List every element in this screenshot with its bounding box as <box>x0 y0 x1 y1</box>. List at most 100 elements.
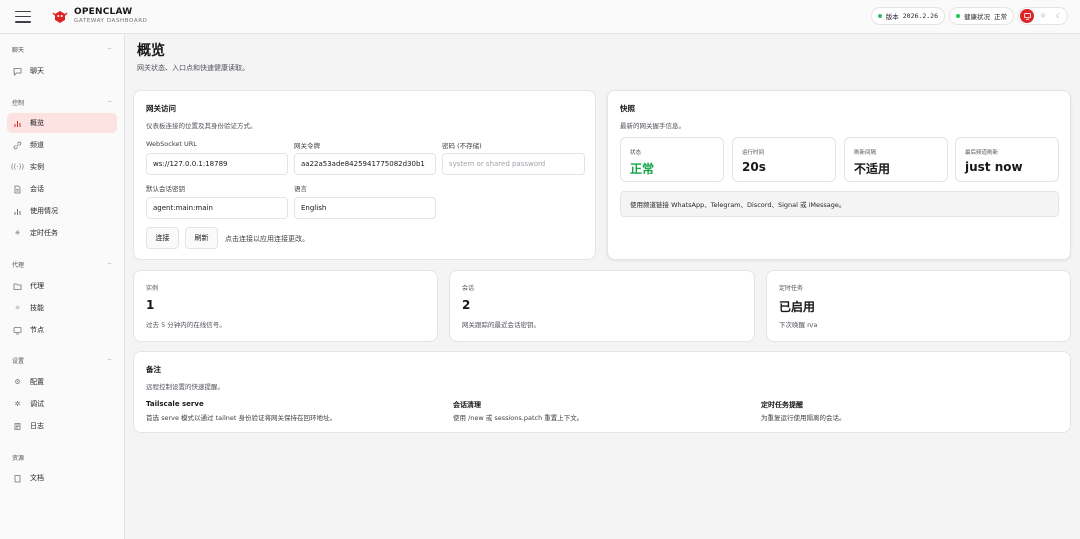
connect-hint: 点击连接以应用连接更改。 <box>225 235 309 243</box>
connect-button[interactable]: 连接 <box>146 227 179 249</box>
password-input[interactable]: system or shared password <box>442 153 585 175</box>
sidebar-item-instances[interactable]: ((·)) 实例 <box>7 157 117 177</box>
stat-label: 最后频道刷新 <box>965 150 999 156</box>
monitor-icon[interactable] <box>1020 9 1034 23</box>
link-icon <box>13 141 22 150</box>
sidebar-item-skills[interactable]: ✧ 技能 <box>7 298 117 318</box>
note-description: 使用 /new 或 sessions.patch 重置上下文。 <box>453 414 584 422</box>
sidebar-item-usage[interactable]: 使用情况 <box>7 201 117 221</box>
sidebar-item-label: 日志 <box>30 422 44 430</box>
card-title: 网关访问 <box>146 104 176 113</box>
sidebar-item-label: 概览 <box>30 119 44 127</box>
refresh-button[interactable]: 刷新 <box>185 227 218 249</box>
version-pill: 版本 2026.2.26 <box>870 7 945 25</box>
health-value: 正常 <box>994 13 1007 21</box>
chevron-down-icon: − <box>106 98 112 105</box>
notes-card: 备注 远程控制设置的快速提醒。 Tailscale serve 首选 serve… <box>133 351 1071 433</box>
instances-card: 实例 1 过去 5 分钟内的在线信号。 <box>133 270 438 342</box>
sidebar-section-resources[interactable]: 资源 <box>12 453 112 462</box>
sidebar-section-agents[interactable]: 代理 − <box>12 260 112 269</box>
sidebar-item-cron[interactable]: ✳ 定时任务 <box>7 223 117 243</box>
sidebar-item-label: 聊天 <box>30 67 44 75</box>
card-value: 已启用 <box>779 300 816 314</box>
sidebar-item-sessions[interactable]: 会话 <box>7 179 117 199</box>
session-key-label: 默认会话密钥 <box>146 185 185 193</box>
chevron-down-icon: − <box>106 356 112 363</box>
brand: OPENCLAW GATEWAY DASHBOARD <box>74 8 147 25</box>
note-title: 会话清理 <box>453 401 481 409</box>
sidebar-item-label: 技能 <box>30 304 44 312</box>
health-dot-icon <box>956 14 960 18</box>
stat-value: just now <box>965 160 1023 174</box>
stat-uptime: 运行时间 20s <box>732 137 836 182</box>
sidebar-item-agents[interactable]: 代理 <box>7 276 117 296</box>
card-value: 1 <box>146 298 155 312</box>
note-title: 定时任务提醒 <box>761 401 803 409</box>
stat-label: 运行时间 <box>742 150 765 156</box>
sidebar-item-logs[interactable]: 日志 <box>7 416 117 436</box>
sidebar-item-label: 代理 <box>30 282 44 290</box>
stat-label: 状态 <box>630 150 642 156</box>
note-description: 为重复运行使用隔离的会话。 <box>761 414 846 422</box>
loader-icon: ✳ <box>14 229 21 237</box>
card-description: 下次唤醒 n/a <box>779 321 818 329</box>
gateway-access-card: 网关访问 仪表板连接的位置及其身份验证方式。 WebSocket URL ws:… <box>133 90 596 260</box>
session-key-input[interactable]: agent:main:main <box>146 197 288 219</box>
sidebar-item-label: 节点 <box>30 326 44 334</box>
book-icon <box>13 474 22 483</box>
card-description: 过去 5 分钟内的在线信号。 <box>146 321 226 329</box>
sidebar-item-label: 配置 <box>30 378 44 386</box>
sidebar-item-label: 会话 <box>30 185 44 193</box>
version-label: 版本 <box>885 13 899 21</box>
theme-toggle: ☼ ☾ <box>1018 7 1068 25</box>
menu-icon[interactable] <box>15 10 31 23</box>
websocket-url-input[interactable]: ws://127.0.0.1:18789 <box>146 153 288 175</box>
note-title: Tailscale serve <box>146 400 204 408</box>
gateway-token-input[interactable]: aa22a53ade8425941775082d30b1 <box>294 153 436 175</box>
card-description: 网关跟踪的最近会话密钥。 <box>462 321 540 329</box>
page-subtitle: 网关状态、入口点和快速健康读取。 <box>137 64 249 72</box>
card-value: 2 <box>462 298 471 312</box>
health-pill: 健康状况 正常 <box>949 7 1014 25</box>
sidebar-section-settings[interactable]: 设置 − <box>12 356 112 365</box>
sidebar-section-chat[interactable]: 聊天 − <box>12 45 112 54</box>
card-title: 快照 <box>620 104 635 113</box>
language-select[interactable]: English <box>294 197 436 219</box>
bug-icon: ✲ <box>14 400 21 408</box>
stat-value: 正常 <box>630 162 655 176</box>
sidebar-item-label: 调试 <box>30 400 44 408</box>
moon-icon[interactable]: ☾ <box>1052 9 1066 23</box>
password-label: 密码 (不存储) <box>442 142 482 150</box>
sidebar-item-label: 频道 <box>30 141 44 149</box>
sidebar-item-overview[interactable]: 概览 <box>7 113 117 133</box>
sidebar-item-nodes[interactable]: 节点 <box>7 320 117 340</box>
stat-value: 不适用 <box>854 162 891 176</box>
websocket-url-label: WebSocket URL <box>146 140 197 148</box>
stat-last-channel-refresh: 最后频道刷新 just now <box>955 137 1059 182</box>
stat-label: 刷新间隔 <box>854 150 877 156</box>
sidebar-item-docs[interactable]: 文档 <box>7 468 117 488</box>
sidebar-section-control[interactable]: 控制 − <box>12 98 112 107</box>
card-label: 会话 <box>462 285 475 292</box>
card-subtitle: 最新的网关握手信息。 <box>620 122 685 130</box>
chevron-down-icon: − <box>106 260 112 267</box>
snapshot-card: 快照 最新的网关握手信息。 状态 正常 运行时间 20s 刷新间隔 不适用 最后… <box>607 90 1071 260</box>
sidebar: 聊天 − 聊天 控制 − 概览 频道 ((·)) 实例 会话 使用情况 ✳ 定时任务… <box>0 34 125 539</box>
channel-notice: 使用频道链接 WhatsApp、Telegram、Discord、Signal … <box>620 191 1059 217</box>
note-description: 首选 serve 模式以通过 tailnet 身份验证将网关保持在回环地址。 <box>146 414 336 422</box>
log-icon <box>13 422 22 431</box>
folder-icon <box>13 282 22 291</box>
sidebar-item-label: 使用情况 <box>30 207 58 215</box>
card-label: 实例 <box>146 285 159 292</box>
sidebar-item-channels[interactable]: 频道 <box>7 135 117 155</box>
sidebar-item-chat[interactable]: 聊天 <box>7 61 117 81</box>
sidebar-item-debug[interactable]: ✲ 调试 <box>7 394 117 414</box>
stat-value: 20s <box>742 160 766 174</box>
card-label: 定时任务 <box>779 285 804 292</box>
sidebar-item-label: 实例 <box>30 163 44 171</box>
page-title: 概览 <box>137 43 165 59</box>
document-icon <box>13 185 22 194</box>
sidebar-item-config[interactable]: ⚙ 配置 <box>7 372 117 392</box>
sun-icon[interactable]: ☼ <box>1036 9 1050 23</box>
gear-icon: ⚙ <box>14 378 21 386</box>
